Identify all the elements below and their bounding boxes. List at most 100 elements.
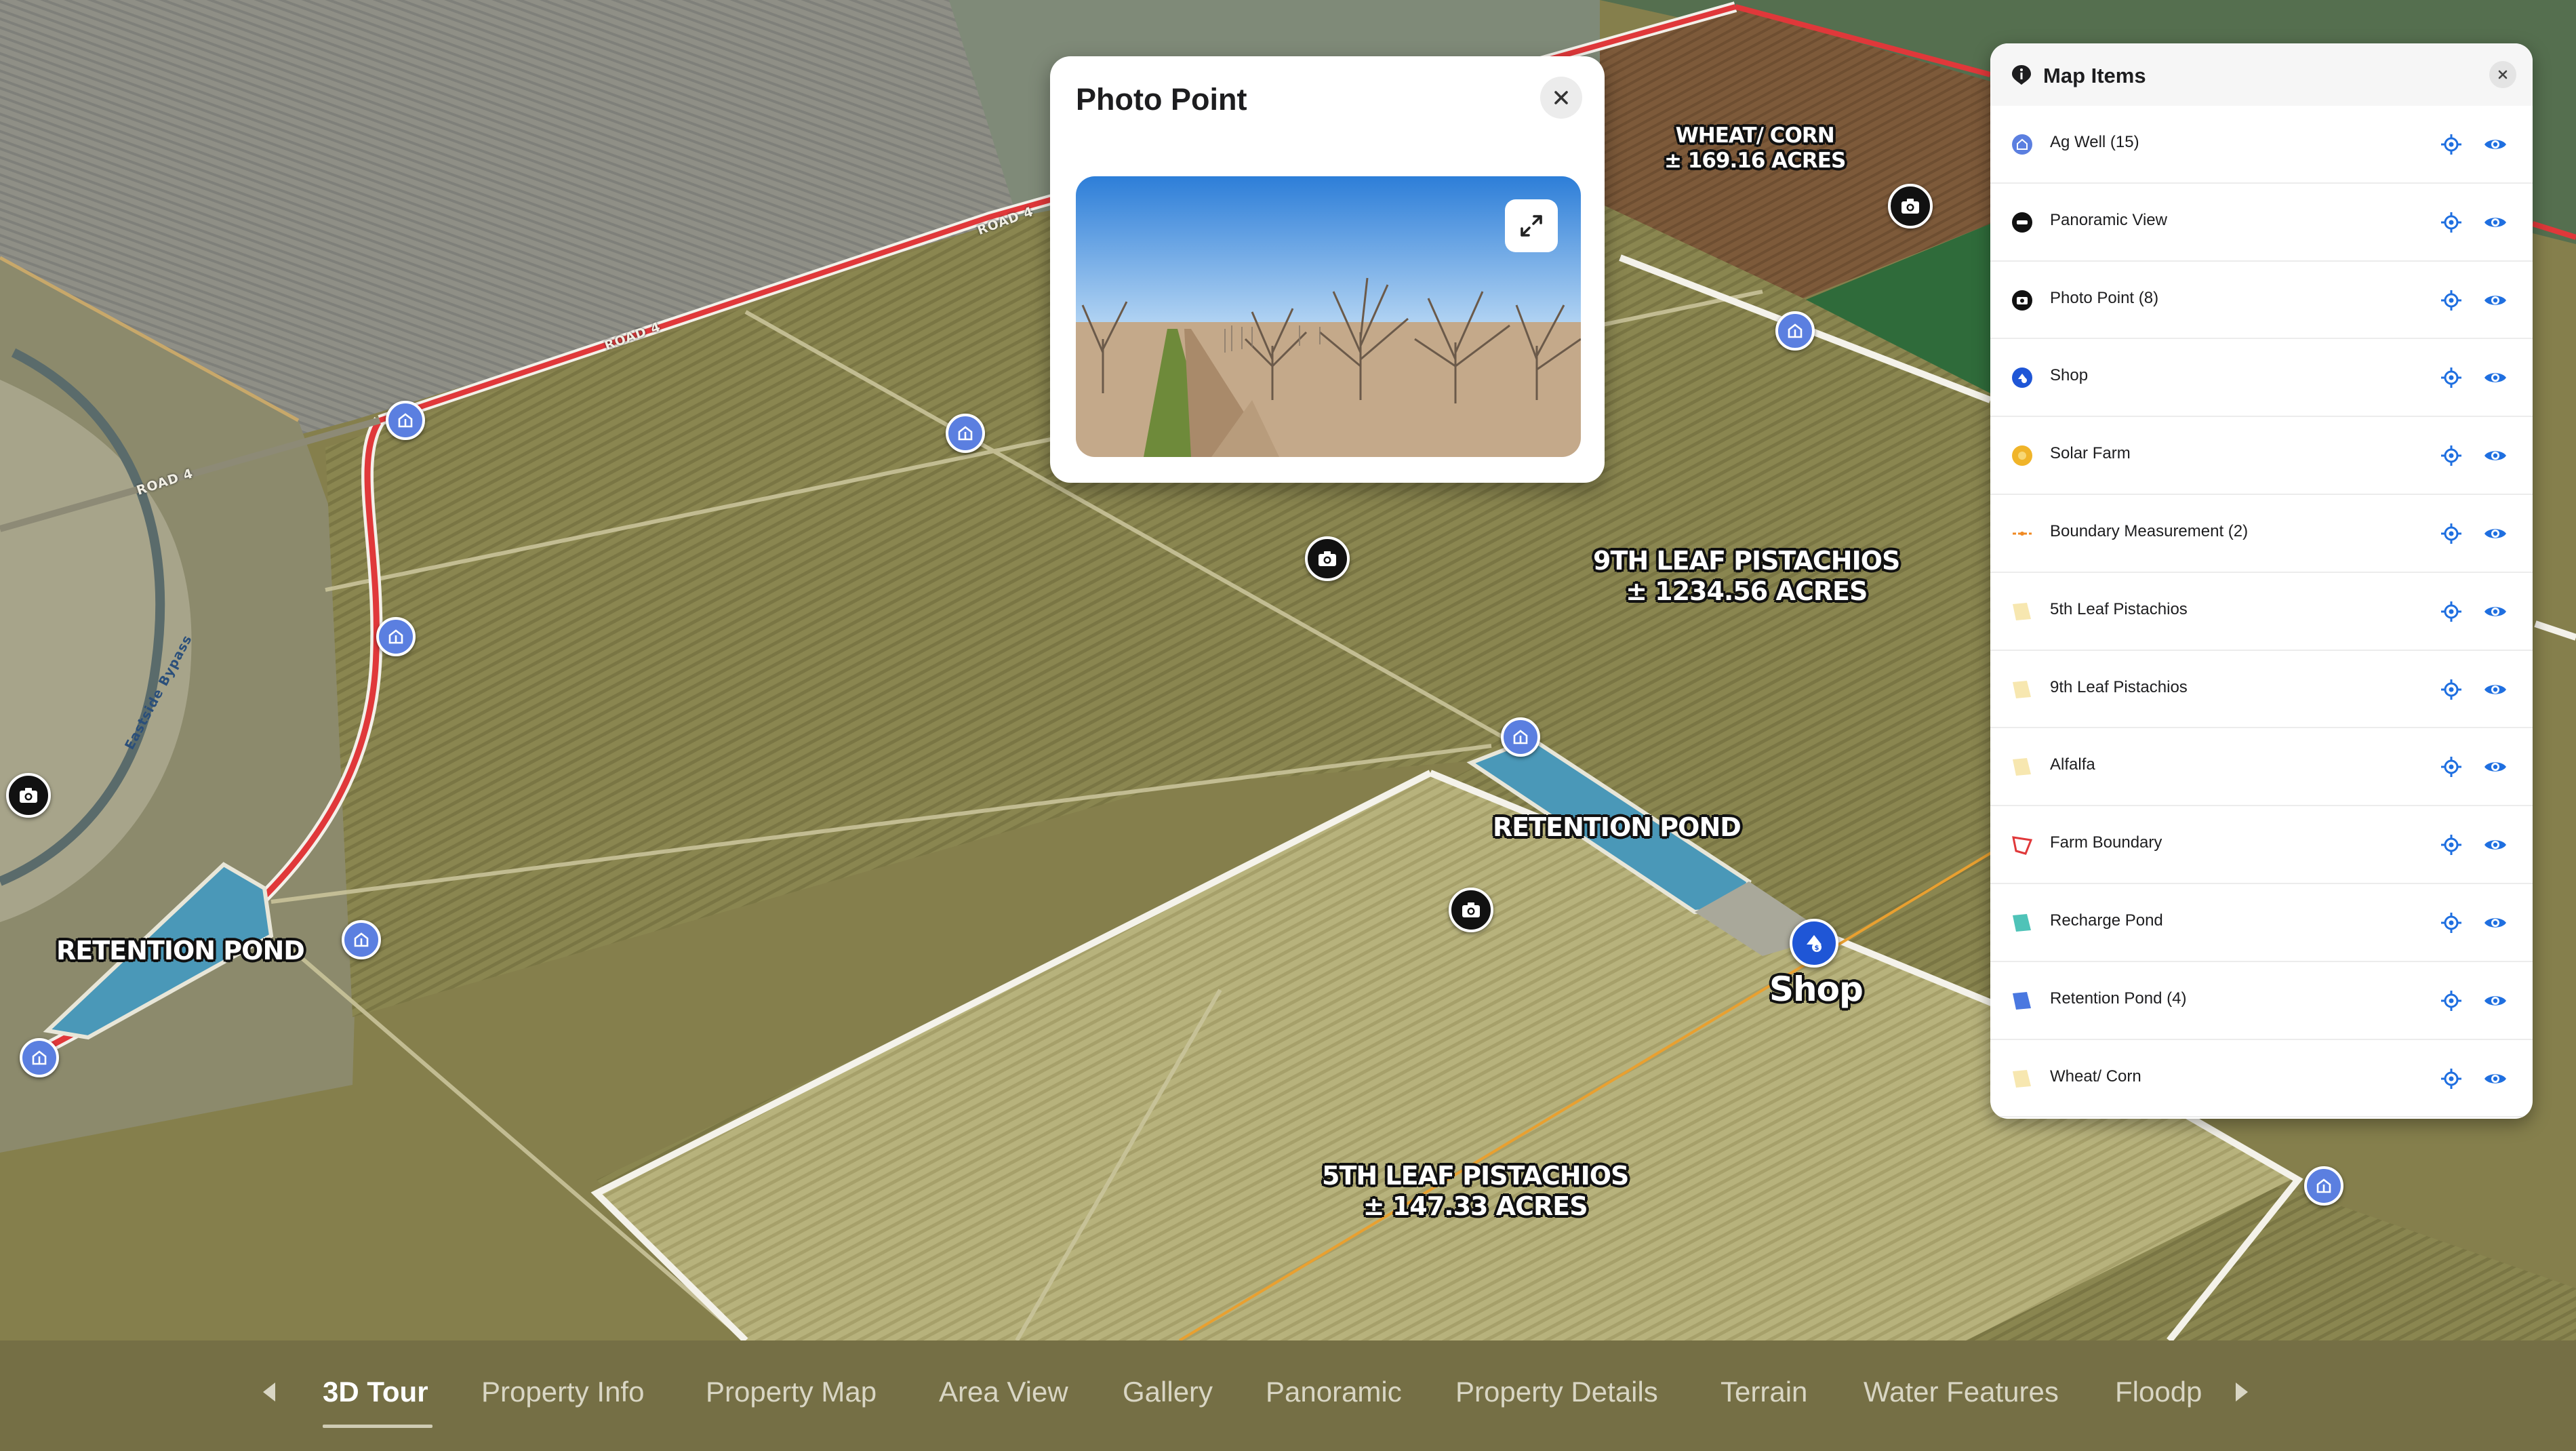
ag-well-icon bbox=[354, 932, 369, 947]
svg-text:$: $ bbox=[1815, 945, 1819, 952]
map-item-alfalfa[interactable]: Alfalfa bbox=[1990, 728, 2533, 807]
field-label-9th-leaf: 9TH LEAF PISTACHIOS ± 1234.56 ACRES bbox=[1593, 546, 1900, 607]
tab-property-details[interactable]: Property Details bbox=[1455, 1376, 1658, 1408]
locate-icon[interactable] bbox=[2438, 599, 2464, 624]
boundary-icon bbox=[2011, 833, 2034, 856]
map-item-panoramic-view[interactable]: Panoramic View bbox=[1990, 184, 2533, 262]
measure-icon bbox=[2011, 522, 2034, 545]
scroll-left-arrow-icon[interactable] bbox=[263, 1383, 275, 1402]
map-item-photo-point-8[interactable]: Photo Point (8) bbox=[1990, 262, 2533, 340]
shop-label: Shop bbox=[1769, 970, 1864, 1009]
active-tab-indicator bbox=[323, 1425, 432, 1428]
locate-icon[interactable] bbox=[2438, 988, 2464, 1014]
close-icon bbox=[2498, 70, 2508, 79]
tab-floodplain[interactable]: Floodp bbox=[2115, 1376, 2210, 1408]
field-label-acres: ± 147.33 ACRES bbox=[1363, 1191, 1588, 1221]
map-item-boundary-measurement-2[interactable]: Boundary Measurement (2) bbox=[1990, 495, 2533, 573]
visibility-eye-icon[interactable] bbox=[2482, 1066, 2508, 1092]
map-item-farm-boundary[interactable]: Farm Boundary bbox=[1990, 806, 2533, 884]
photo-point-popup: Photo Point bbox=[1050, 56, 1605, 483]
tab-property-info[interactable]: Property Info bbox=[481, 1376, 644, 1408]
map-item-shop[interactable]: Shop bbox=[1990, 339, 2533, 418]
map-item-label: Retention Pond (4) bbox=[2050, 989, 2187, 1008]
locate-icon[interactable] bbox=[2438, 287, 2464, 313]
field-label-retention-pond: RETENTION POND bbox=[56, 936, 305, 966]
polygon-icon bbox=[2011, 600, 2034, 623]
map-item-5th-leaf-pistachios[interactable]: 5th Leaf Pistachios bbox=[1990, 573, 2533, 651]
visibility-eye-icon[interactable] bbox=[2482, 443, 2508, 469]
visibility-eye-icon[interactable] bbox=[2482, 988, 2508, 1014]
map-item-label: Boundary Measurement (2) bbox=[2050, 521, 2249, 540]
locate-icon[interactable] bbox=[2438, 677, 2464, 702]
visibility-eye-icon[interactable] bbox=[2482, 521, 2508, 546]
ag-well-marker[interactable] bbox=[2304, 1166, 2343, 1206]
map-item-wheat-corn[interactable]: Wheat/ Corn bbox=[1990, 1040, 2533, 1118]
locate-icon[interactable] bbox=[2438, 521, 2464, 546]
polygon-icon bbox=[2011, 1067, 2034, 1090]
ag-well-marker[interactable] bbox=[1775, 311, 1815, 351]
shop-marker[interactable]: $ bbox=[1790, 919, 1838, 968]
visibility-eye-icon[interactable] bbox=[2482, 599, 2508, 624]
visibility-eye-icon[interactable] bbox=[2482, 287, 2508, 313]
map-item-retention-pond-4[interactable]: Retention Pond (4) bbox=[1990, 962, 2533, 1040]
ag-well-marker[interactable] bbox=[342, 920, 381, 959]
visibility-eye-icon[interactable] bbox=[2482, 832, 2508, 858]
tab-water-features[interactable]: Water Features bbox=[1864, 1376, 2059, 1408]
ag-well-marker[interactable] bbox=[946, 414, 985, 453]
ag-well-marker[interactable] bbox=[20, 1038, 59, 1077]
ag-well-icon bbox=[2316, 1178, 2331, 1193]
locate-icon[interactable] bbox=[2438, 754, 2464, 780]
tab-panoramic[interactable]: Panoramic bbox=[1266, 1376, 1402, 1408]
ag-well-icon bbox=[1513, 730, 1528, 744]
visibility-eye-icon[interactable] bbox=[2482, 365, 2508, 391]
ag-well-marker[interactable] bbox=[386, 401, 425, 440]
map-item-9th-leaf-pistachios[interactable]: 9th Leaf Pistachios bbox=[1990, 651, 2533, 729]
map-item-solar-farm[interactable]: Solar Farm bbox=[1990, 417, 2533, 495]
locate-icon[interactable] bbox=[2438, 832, 2464, 858]
panoramic-icon bbox=[2011, 211, 2034, 234]
locate-icon[interactable] bbox=[2438, 132, 2464, 157]
visibility-eye-icon[interactable] bbox=[2482, 132, 2508, 157]
map-item-recharge-pond[interactable]: Recharge Pond bbox=[1990, 884, 2533, 962]
map-items-list: Ag Well (15) Panoramic View Photo Point (8… bbox=[1990, 106, 2533, 1118]
visibility-eye-icon[interactable] bbox=[2482, 677, 2508, 702]
map-item-label: 9th Leaf Pistachios bbox=[2050, 677, 2188, 696]
visibility-eye-icon[interactable] bbox=[2482, 754, 2508, 780]
tab-gallery[interactable]: Gallery bbox=[1123, 1376, 1213, 1408]
map-item-ag-well-15[interactable]: Ag Well (15) bbox=[1990, 106, 2533, 184]
locate-icon[interactable] bbox=[2438, 210, 2464, 235]
photo-image[interactable] bbox=[1076, 176, 1581, 457]
locate-icon[interactable] bbox=[2438, 910, 2464, 936]
tab-property-map[interactable]: Property Map bbox=[706, 1376, 877, 1408]
expand-photo-button[interactable] bbox=[1505, 199, 1558, 252]
map-item-label: Recharge Pond bbox=[2050, 911, 2163, 930]
expand-icon bbox=[1521, 215, 1542, 237]
ag-well-marker[interactable] bbox=[376, 617, 416, 656]
ag-well-icon bbox=[958, 426, 973, 441]
locate-icon[interactable] bbox=[2438, 1066, 2464, 1092]
photo-point-marker[interactable] bbox=[1888, 184, 1933, 228]
field-label-name: WHEAT/ CORN bbox=[1675, 123, 1835, 148]
ag-well-marker[interactable] bbox=[1501, 717, 1540, 757]
panel-close-button[interactable] bbox=[2489, 61, 2516, 88]
photo-point-marker[interactable] bbox=[1305, 536, 1350, 581]
locate-icon[interactable] bbox=[2438, 365, 2464, 391]
map-item-label: Panoramic View bbox=[2050, 210, 2167, 229]
shop-icon: $ bbox=[1807, 935, 1822, 952]
visibility-eye-icon[interactable] bbox=[2482, 210, 2508, 235]
tab-area-view[interactable]: Area View bbox=[939, 1376, 1068, 1408]
popup-close-button[interactable] bbox=[1540, 77, 1582, 119]
tab-3d-tour[interactable]: 3D Tour bbox=[323, 1376, 428, 1408]
map-item-label: Farm Boundary bbox=[2050, 833, 2162, 852]
map-item-label: Shop bbox=[2050, 366, 2089, 385]
scroll-right-arrow-icon[interactable] bbox=[2236, 1383, 2248, 1402]
visibility-eye-icon[interactable] bbox=[2482, 910, 2508, 936]
locate-icon[interactable] bbox=[2438, 443, 2464, 469]
field-label-acres: ± 1234.56 ACRES bbox=[1626, 576, 1868, 606]
ag-well-icon bbox=[388, 629, 403, 644]
photo-point-marker[interactable] bbox=[6, 773, 51, 818]
photo-point-marker[interactable] bbox=[1449, 888, 1493, 932]
camera-icon bbox=[20, 788, 37, 803]
field-label-name: 5TH LEAF PISTACHIOS bbox=[1322, 1161, 1629, 1191]
tab-terrain[interactable]: Terrain bbox=[1720, 1376, 1807, 1408]
